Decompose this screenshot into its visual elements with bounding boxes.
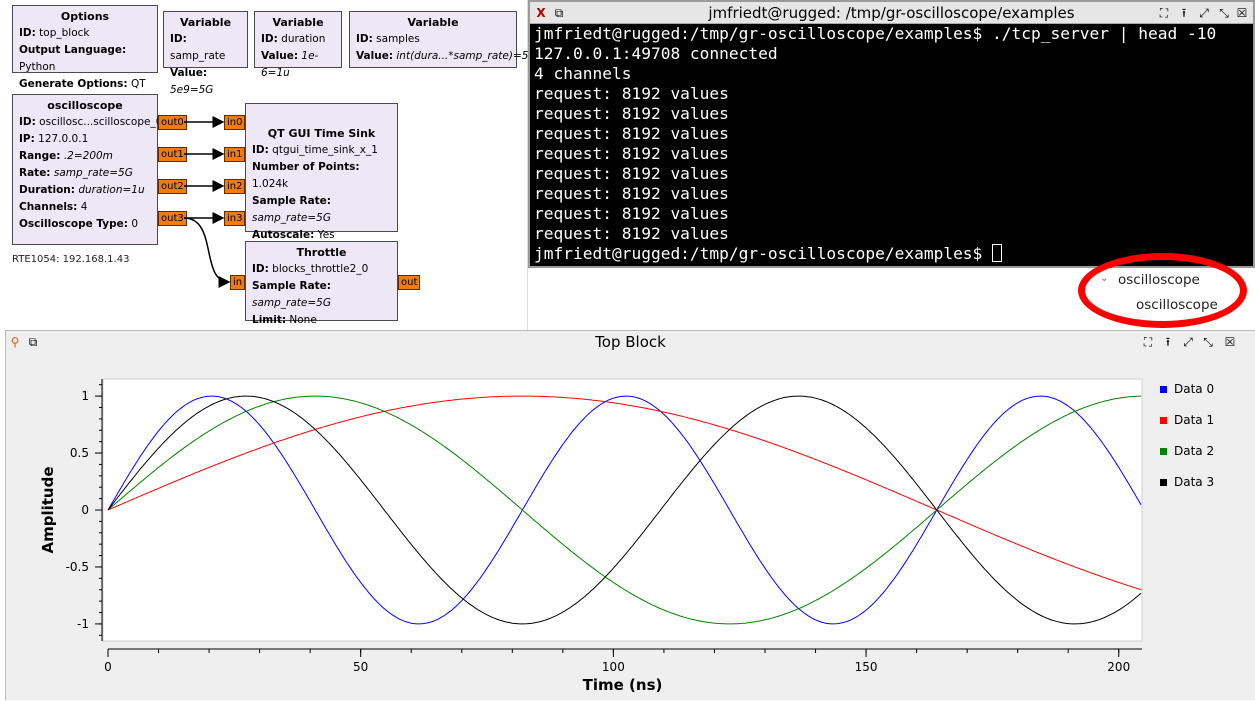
legend-label-data-2: Data 2 [1174,444,1214,458]
highlight-ellipse [1078,253,1247,328]
fullscreen-icon[interactable]: ⛶ [1157,6,1171,20]
oscilloscope-row-type: Oscilloscope Type: 0 [19,218,139,230]
oscilloscope-row-range: Range: .2=200m [19,150,113,162]
variable-id-row: ID: duration [261,33,326,45]
oscilloscope-block-title: oscilloscope [47,99,123,112]
oscilloscope-row-ip: IP: 127.0.0.1 [19,133,89,145]
legend-swatch-data-1 [1160,417,1167,424]
time-sink-row-rate: Sample Rate: samp_rate=5G [252,195,331,224]
legend-label-data-1: Data 1 [1174,413,1214,427]
xterm-icon: X [536,6,546,20]
time-sink-block-title: QT GUI Time Sink [267,127,376,140]
variable-value-row: Value: 1e-6=1u [261,50,319,79]
oscilloscope-row-id: ID: oscillosc...scilloscope_0 [19,116,163,128]
variable-block-samples[interactable]: Variable ID: samples Value: int(dura...*… [349,11,535,68]
top-block-window[interactable]: ⚲ ⧉ Top Block ⛶ ⭱ ⤢ ⤡ ☒ 1 0.5 0 -0.5 -1 0 50 10… [5,330,1255,700]
terminal-window[interactable]: X ⧉ jmfriedt@rugged: /tmp/gr-oscilloscop… [528,0,1255,268]
y-axis-label: Amplitude [39,466,57,553]
raise-icon[interactable]: ⭱ [1177,6,1191,20]
variable-id-row: ID: samp_rate [170,33,226,62]
legend-swatch-data-3 [1160,479,1167,486]
throttle-row-rate: Sample Rate: samp_rate=5G [252,280,331,309]
x-tick-label: 150 [855,660,878,674]
oscilloscope-port-out3[interactable]: out3 [158,211,187,226]
x-tick-label: 0 [104,660,112,674]
oscilloscope-row-rate: Rate: samp_rate=5G [19,167,133,179]
terminal-line: request: 8192 values [534,144,729,163]
time-sink-port-in0[interactable]: in0 [224,115,246,130]
connection-out3-throttle [183,217,231,288]
legend-swatch-data-2 [1160,448,1167,455]
throttle-row-limit: Limit: None [252,314,317,326]
variable-title: Variable [407,16,459,29]
oscilloscope-port-out1[interactable]: out1 [158,147,187,162]
oscilloscope-row-duration: Duration: duration=1u [19,184,145,196]
options-row-language: Output Language: Python [19,44,127,73]
terminal-line: request: 8192 values [534,184,729,203]
legend-swatch-data-0 [1160,386,1167,393]
window-menu-icon[interactable]: ⧉ [552,6,566,20]
oscilloscope-port-out0[interactable]: out0 [158,115,187,130]
x-tick-label: 200 [1107,660,1130,674]
flowgraph-canvas: Options ID: top_block Output Language: P… [0,0,535,330]
terminal-line: request: 8192 values [534,224,729,243]
terminal-line: 4 channels [534,64,632,83]
time-sink-port-in3[interactable]: in3 [224,211,246,226]
variable-block-samp-rate[interactable]: Variable ID: samp_rate Value: 5e9=5G [163,11,248,96]
y-tick-label: 0.5 [70,446,89,460]
throttle-port-out[interactable]: out [398,275,421,290]
options-block-title: Options [60,10,110,23]
terminal-line: request: 8192 values [534,204,729,223]
throttle-port-in[interactable]: in [230,275,246,290]
terminal-line: 127.0.0.1:49708 connected [534,44,778,63]
terminal-line: request: 8192 values [534,124,729,143]
legend-label-data-0: Data 0 [1174,382,1214,396]
x-tick-label: 50 [353,660,368,674]
throttle-block-title: Throttle [296,246,347,259]
terminal-line: request: 8192 values [534,104,729,123]
time-sink-block[interactable]: QT GUI Time Sink ID: qtgui_time_sink_x_1… [245,103,398,241]
y-tick-label: -0.5 [66,560,89,574]
time-sink-port-in2[interactable]: in2 [224,179,246,194]
variable-title: Variable [179,16,232,29]
y-tick-label: 1 [81,389,89,403]
oscilloscope-block[interactable]: oscilloscope ID: oscillosc...scilloscope… [12,94,163,245]
terminal-prompt: jmfriedt@rugged:/tmp/gr-oscilloscope/exa… [534,244,993,263]
y-tick-label: -1 [77,617,89,631]
time-sink-port-in1[interactable]: in1 [224,147,246,162]
x-tick-label: 100 [602,660,625,674]
terminal-line: request: 8192 values [534,164,729,183]
terminal-cursor [992,244,1003,262]
throttle-block[interactable]: Throttle ID: blocks_throttle2_0 Sample R… [245,241,398,326]
variable-id-row: ID: samples [356,33,420,45]
options-block[interactable]: Options ID: top_block Output Language: P… [12,5,158,107]
time-sink-row-id: ID: qtgui_time_sink_x_1 [252,144,378,156]
terminal-output[interactable]: jmfriedt@rugged:/tmp/gr-oscilloscope/exa… [534,24,1249,266]
throttle-row-id: ID: blocks_throttle2_0 [252,263,369,275]
terminal-titlebar[interactable]: X ⧉ jmfriedt@rugged: /tmp/gr-oscilloscop… [530,2,1253,24]
variable-title: Variable [272,16,324,29]
terminal-line: request: 8192 values [534,84,729,103]
y-tick-label: 0 [81,503,89,517]
variable-value-row: Value: 5e9=5G [170,67,214,96]
restore-icon[interactable]: ⤢ [1197,6,1211,20]
oscilloscope-comment: RTE1054: 192.168.1.43 [12,254,130,265]
plot-area [102,378,1143,642]
oscilloscope-port-out2[interactable]: out2 [158,179,187,194]
oscilloscope-row-channels: Channels: 4 [19,201,88,213]
maximize-icon[interactable]: ⤡ [1217,6,1231,20]
time-plot[interactable]: 1 0.5 0 -0.5 -1 0 50 100 150 200 Time (ns) Amplitud… [6,331,1255,701]
time-sink-row-points: Number of Points: 1.024k [252,161,360,190]
terminal-title: jmfriedt@rugged: /tmp/gr-oscilloscope/ex… [708,4,1075,22]
variable-block-duration[interactable]: Variable ID: duration Value: 1e-6=1u [254,11,342,79]
legend-label-data-3: Data 3 [1174,475,1214,489]
terminal-line: jmfriedt@rugged:/tmp/gr-oscilloscope/exa… [534,24,1217,43]
variable-value-row: Value: int(dura...*samp_rate)=5k [356,50,535,62]
x-axis-label: Time (ns) [583,676,663,694]
options-row-id: ID: top_block [19,27,90,39]
close-icon[interactable]: ☒ [1235,6,1249,20]
